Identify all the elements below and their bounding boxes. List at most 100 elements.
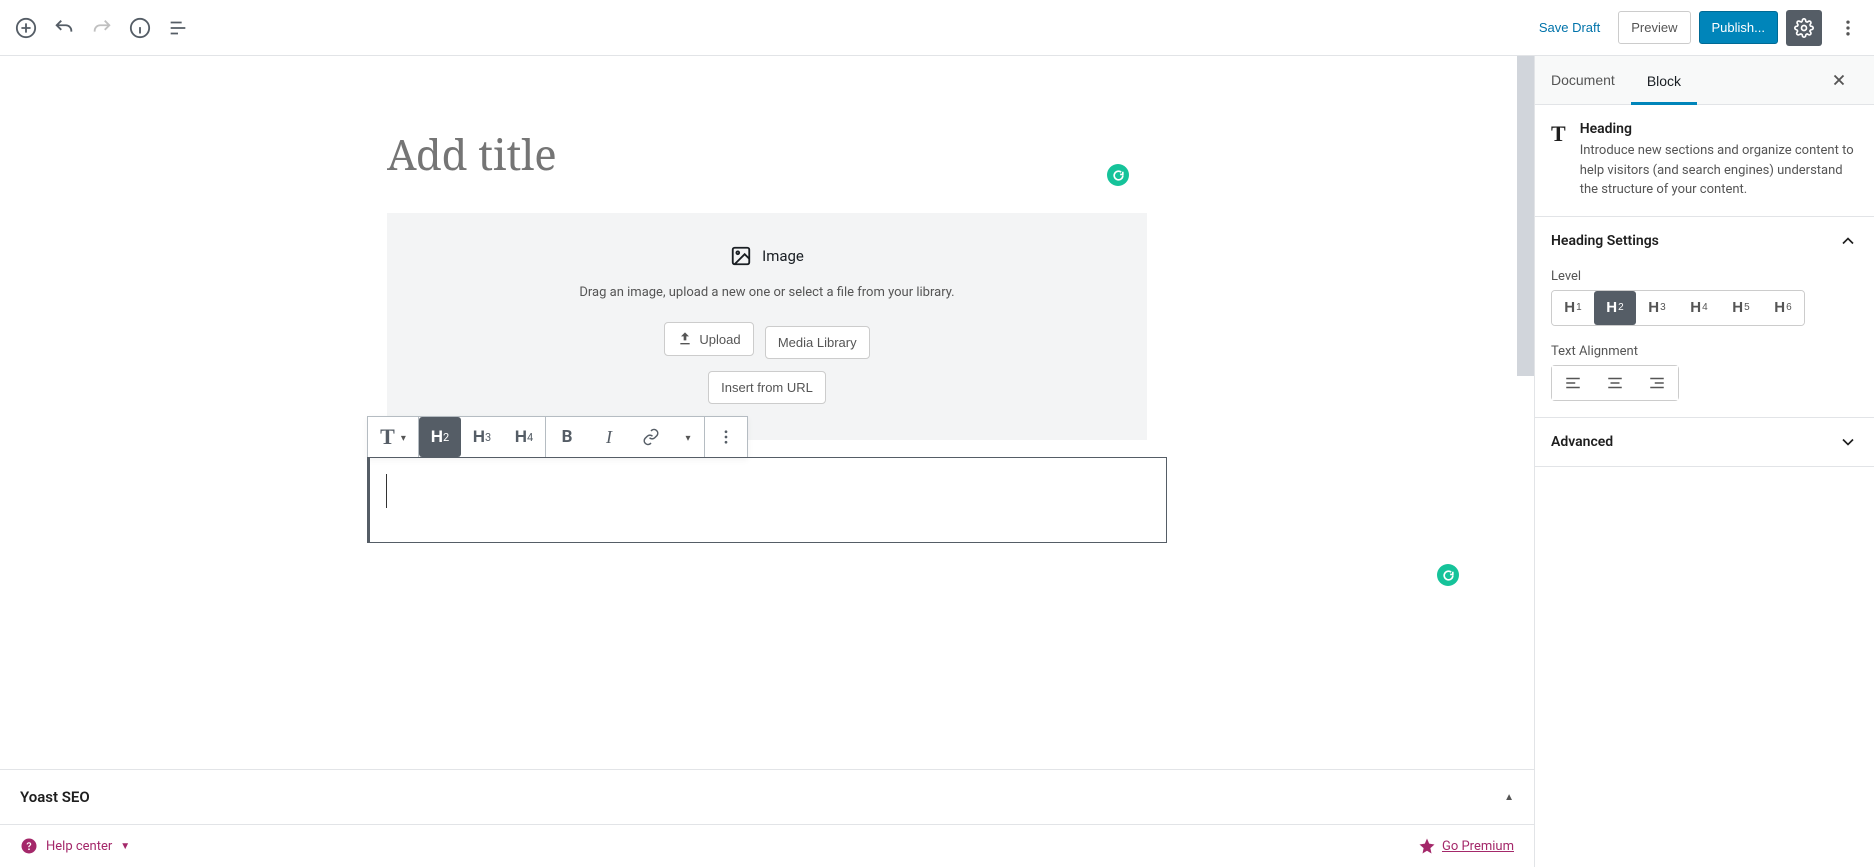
block-summary-title: Heading <box>1580 121 1858 137</box>
block-summary: T Heading Introduce new sections and org… <box>1535 105 1874 217</box>
dots-vertical-icon <box>1838 18 1858 38</box>
insert-from-url-button[interactable]: Insert from URL <box>708 371 826 404</box>
settings-button[interactable] <box>1786 10 1822 46</box>
info-icon <box>129 17 151 39</box>
bold-button[interactable]: B <box>546 417 588 457</box>
level-h1-button[interactable]: H1 <box>1552 291 1594 325</box>
sidebar-tabs: Document Block <box>1535 56 1874 105</box>
block-summary-description: Introduce new sections and organize cont… <box>1580 141 1858 200</box>
heading-block-icon: T <box>1551 121 1566 147</box>
bold-icon: B <box>562 427 573 447</box>
block-toolbar: T H2 H3 H4 B I <box>367 416 748 458</box>
block-summary-text: Heading Introduce new sections and organ… <box>1580 121 1858 200</box>
image-block-label: Image <box>762 247 804 265</box>
heading-block: T H2 H3 H4 B I <box>387 416 1147 544</box>
level-h5-button[interactable]: H5 <box>1720 291 1762 325</box>
yoast-row: Help center ▼ Go Premium <box>0 825 1534 867</box>
level-buttons: H1 H2 H3 H4 H5 H6 <box>1551 290 1805 326</box>
image-button-row-2: Insert from URL <box>419 367 1115 408</box>
upload-button[interactable]: Upload <box>664 322 753 356</box>
toolbar-group-formatting: B I <box>546 417 705 457</box>
align-right-button[interactable] <box>1636 366 1678 400</box>
save-draft-button[interactable]: Save Draft <box>1529 11 1610 44</box>
toolbar-group-more <box>705 417 747 457</box>
media-library-button[interactable]: Media Library <box>765 326 870 359</box>
gear-icon <box>1794 18 1814 38</box>
advanced-section: Advanced <box>1535 418 1874 467</box>
advanced-header[interactable]: Advanced <box>1535 418 1874 466</box>
publish-button[interactable]: Publish... <box>1699 11 1778 44</box>
toolbar-group-heading-level: H2 H3 H4 <box>419 417 546 457</box>
image-instructions: Drag an image, upload a new one or selec… <box>419 285 1115 300</box>
align-center-button[interactable] <box>1594 366 1636 400</box>
italic-icon: I <box>606 427 612 448</box>
toolbar-h4-button[interactable]: H4 <box>503 417 545 457</box>
go-premium-link-wrapper: Go Premium <box>1418 837 1514 855</box>
level-h3-button[interactable]: H3 <box>1636 291 1678 325</box>
tab-block[interactable]: Block <box>1631 57 1697 105</box>
text-cursor <box>386 474 387 508</box>
toolbar-right: Save Draft Preview Publish... <box>1529 10 1866 46</box>
heading-text-input[interactable] <box>367 457 1167 543</box>
heading-settings-body: Level H1 H2 H3 H4 H5 H6 Text Alignment <box>1535 265 1874 417</box>
redo-icon <box>91 17 113 39</box>
level-h2-button[interactable]: H2 <box>1594 291 1636 325</box>
spacer <box>387 544 1147 624</box>
toolbar-h2-button[interactable]: H2 <box>419 417 461 457</box>
question-circle-icon <box>20 837 38 855</box>
top-toolbar: Save Draft Preview Publish... <box>0 0 1874 56</box>
plus-circle-icon <box>15 17 37 39</box>
collapse-up-icon: ▲ <box>1504 792 1514 803</box>
tab-document[interactable]: Document <box>1535 56 1631 104</box>
toolbar-group-type: T <box>368 417 419 457</box>
list-icon <box>167 17 189 39</box>
heading-settings-header[interactable]: Heading Settings <box>1535 217 1874 265</box>
caret-down-icon <box>401 430 406 445</box>
undo-icon <box>53 17 75 39</box>
grammarly-badge-icon[interactable] <box>1437 564 1459 586</box>
align-left-button[interactable] <box>1552 366 1594 400</box>
image-icon <box>730 245 752 267</box>
yoast-seo-panel: Yoast SEO ▲ Help center ▼ Go Premium <box>0 769 1534 867</box>
align-center-icon <box>1606 374 1624 392</box>
redo-button[interactable] <box>84 10 120 46</box>
editor-content: Image Drag an image, upload a new one or… <box>387 116 1147 624</box>
level-h4-button[interactable]: H4 <box>1678 291 1720 325</box>
go-premium-link[interactable]: Go Premium <box>1442 839 1514 854</box>
settings-sidebar: Document Block T Heading Introduce new s… <box>1534 56 1874 867</box>
close-sidebar-button[interactable] <box>1830 58 1874 102</box>
more-rich-text-button[interactable] <box>672 417 704 457</box>
link-icon <box>642 428 660 446</box>
content-info-button[interactable] <box>122 10 158 46</box>
editor-scroll: Image Drag an image, upload a new one or… <box>0 56 1534 769</box>
yoast-title: Yoast SEO <box>20 788 90 806</box>
chevron-up-icon <box>1838 231 1858 251</box>
link-button[interactable] <box>630 417 672 457</box>
toolbar-h3-button[interactable]: H3 <box>461 417 503 457</box>
level-h6-button[interactable]: H6 <box>1762 291 1804 325</box>
help-center-button[interactable]: Help center ▼ <box>20 837 130 855</box>
post-title-input[interactable] <box>387 116 1147 193</box>
title-row <box>387 116 1147 193</box>
chevron-down-icon <box>1838 432 1858 452</box>
image-placeholder-block[interactable]: Image Drag an image, upload a new one or… <box>387 213 1147 440</box>
add-block-button[interactable] <box>8 10 44 46</box>
preview-button[interactable]: Preview <box>1618 11 1690 44</box>
alignment-buttons <box>1551 365 1679 401</box>
dots-vertical-icon <box>717 428 735 446</box>
advanced-title: Advanced <box>1551 434 1613 450</box>
heading-settings-title: Heading Settings <box>1551 233 1659 249</box>
block-more-options-button[interactable] <box>705 417 747 457</box>
undo-button[interactable] <box>46 10 82 46</box>
level-label: Level <box>1551 269 1858 284</box>
change-block-type-button[interactable]: T <box>368 417 418 457</box>
grammarly-badge-icon[interactable] <box>1107 164 1129 186</box>
yoast-header[interactable]: Yoast SEO ▲ <box>0 770 1534 825</box>
more-options-button[interactable] <box>1830 10 1866 46</box>
caret-down-icon: ▼ <box>120 841 130 852</box>
caret-down-icon <box>685 430 690 445</box>
block-navigation-button[interactable] <box>160 10 196 46</box>
toolbar-left <box>8 10 196 46</box>
alignment-label: Text Alignment <box>1551 344 1858 359</box>
italic-button[interactable]: I <box>588 417 630 457</box>
